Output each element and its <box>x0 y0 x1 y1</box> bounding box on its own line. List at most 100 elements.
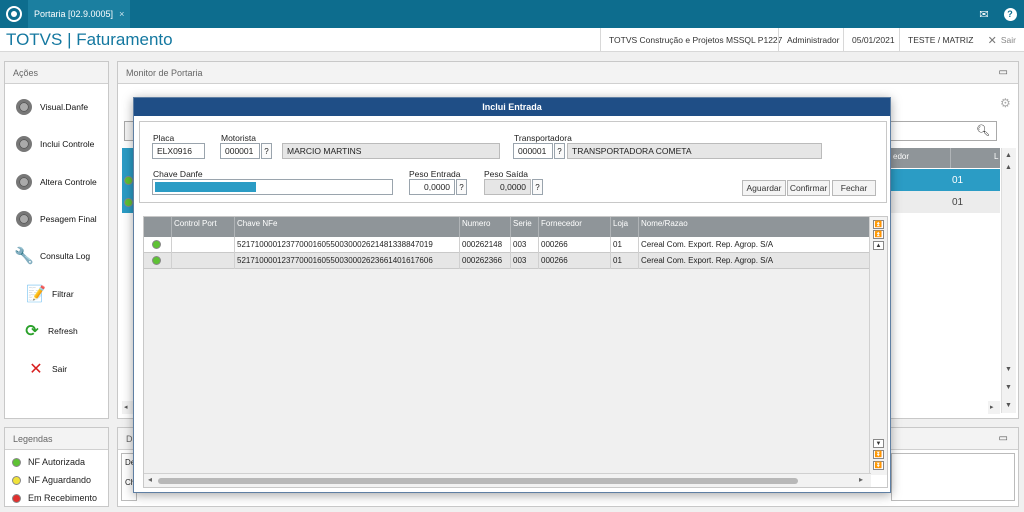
scroll-thumb[interactable] <box>158 478 798 484</box>
chave-danfe-fill <box>155 182 257 192</box>
chave-danfe-input[interactable] <box>152 179 393 195</box>
col-loja[interactable]: Loja <box>611 217 639 237</box>
scroll-page-up-icon[interactable]: ⏫ <box>873 230 884 239</box>
cell-chave: 5217100001237700016055003000262366140161… <box>235 253 460 269</box>
scroll-down-icon[interactable]: ▼ <box>873 439 884 448</box>
search-input[interactable]: 🔍︎ <box>890 121 997 141</box>
action-label: Refresh <box>48 326 78 336</box>
scroll-up-icon[interactable]: ▲ <box>873 241 884 250</box>
scroll-bottom-icon[interactable]: ⏬ <box>873 461 884 470</box>
tab-label: Portaria [02.9.0005] <box>34 9 114 19</box>
minimize-icon[interactable]: ▭ <box>999 433 1008 444</box>
top-bar: Portaria [02.9.0005] × ✉ ? <box>0 0 1024 28</box>
bg-row[interactable] <box>891 191 1000 213</box>
motorista-lookup-button[interactable]: ? <box>261 143 272 159</box>
col-chave-nfe[interactable]: Chave NFe <box>235 217 460 237</box>
aguardar-button[interactable]: Aguardar <box>742 180 786 196</box>
actions-header: Ações <box>5 62 108 84</box>
fechar-button[interactable]: Fechar <box>832 180 876 196</box>
visual-danfe-button[interactable]: Visual.Danfe <box>14 92 88 122</box>
table-row[interactable]: 5217100001237700016055003000262366140161… <box>144 253 869 269</box>
filtrar-button[interactable]: 📝 Filtrar <box>26 279 74 309</box>
exit-label: Sair <box>1000 35 1016 45</box>
minimize-icon[interactable]: ▭ <box>999 67 1008 78</box>
action-label: Pesagem Final <box>40 214 97 224</box>
settings-gear-icon[interactable]: ⚙ <box>1000 96 1011 110</box>
details-text-box-right <box>891 453 1015 501</box>
col-fornecedor[interactable]: Fornecedor <box>539 217 611 237</box>
cell-control-port <box>172 237 235 253</box>
legend-item: NF Autorizada <box>12 457 85 467</box>
scroll-left-icon[interactable]: ◂ <box>148 475 152 484</box>
transportadora-name-field: TRANSPORTADORA COMETA <box>567 143 822 159</box>
inclui-controle-button[interactable]: Inclui Controle <box>14 129 94 159</box>
col-nome-razao[interactable]: Nome/Razao <box>639 217 869 237</box>
monitor-title: Monitor de Portaria <box>126 67 203 78</box>
status-cell <box>144 253 172 269</box>
cell-serie: 003 <box>511 237 539 253</box>
transportadora-code-input[interactable]: 000001 <box>513 143 553 159</box>
grid-horizontal-scrollbar[interactable]: ◂ ▸ <box>144 473 871 487</box>
bg-scroll-right[interactable]: ▸ <box>988 401 1000 414</box>
peso-saida-lookup-button[interactable]: ? <box>532 179 543 195</box>
scroll-right-icon[interactable]: ▸ <box>859 475 863 484</box>
col-status <box>144 217 172 237</box>
transportadora-lookup-button[interactable]: ? <box>554 143 565 159</box>
placa-input[interactable]: ELX0916 <box>152 143 205 159</box>
scroll-top-icon[interactable]: ⏫ <box>873 220 884 229</box>
bg-grid-divider <box>950 148 951 168</box>
bg-row-selected[interactable] <box>891 169 1000 191</box>
gear-icon <box>14 97 34 117</box>
cell-numero: 000262366 <box>460 253 511 269</box>
tools-icon: 🔧 <box>14 248 34 265</box>
confirmar-button[interactable]: Confirmar <box>787 180 830 196</box>
consulta-log-button[interactable]: 🔧 Consulta Log <box>14 241 90 271</box>
gear-icon <box>14 172 34 192</box>
motorista-name-field: MARCIO MARTINS <box>282 143 500 159</box>
legend-item: NF Aguardando <box>12 475 91 485</box>
red-status-icon <box>12 493 21 503</box>
col-numero[interactable]: Numero <box>460 217 511 237</box>
sair-button[interactable]: ✕ Sair <box>26 354 67 384</box>
branch-info: TESTE / MATRIZ <box>899 28 981 52</box>
question-icon[interactable]: ? <box>1002 6 1018 22</box>
monitor-header: Monitor de Portaria ▭ <box>118 62 1018 84</box>
inclui-entrada-dialog: Inclui Entrada Placa ELX0916 Motorista 0… <box>133 97 891 493</box>
action-label: Visual.Danfe <box>40 102 89 112</box>
cell-control-port <box>172 253 235 269</box>
bg-col-loja: L <box>994 152 999 161</box>
cell-fornecedor: 000266 <box>539 253 611 269</box>
bg-col-fornecedor: edor <box>893 152 910 161</box>
green-status-icon <box>152 240 161 249</box>
altera-controle-button[interactable]: Altera Controle <box>14 167 97 197</box>
page-title: TOTVS | Faturamento <box>6 30 173 49</box>
green-status-icon <box>12 457 21 467</box>
gear-icon <box>14 134 34 154</box>
tab-portaria[interactable]: Portaria [02.9.0005] × <box>28 0 131 28</box>
cell-nome: Cereal Com. Export. Rep. Agrop. S/A <box>641 240 774 249</box>
cell-serie: 003 <box>511 253 539 269</box>
bg-vertical-scrollbar[interactable]: ▲ ▲ ▼ ▼ ▼ <box>1001 148 1016 413</box>
scroll-page-down-icon[interactable]: ⏬ <box>873 450 884 459</box>
date-info: 05/01/2021 <box>843 28 903 52</box>
motorista-code-input[interactable]: 000001 <box>220 143 260 159</box>
legend-label: Em Recebimento <box>28 493 98 503</box>
refresh-icon: ⟳ <box>25 323 39 340</box>
peso-entrada-input[interactable]: 0,0000 <box>409 179 455 195</box>
close-icon: ✕ <box>29 361 43 378</box>
nfe-grid: Control Port Chave NFe Numero Serie Forn… <box>143 216 888 488</box>
col-control-port[interactable]: Control Port <box>172 217 235 237</box>
dialog-title: Inclui Entrada <box>134 98 890 116</box>
legend-item: Em Recebimento <box>12 493 97 503</box>
envelope-icon[interactable]: ✉ <box>976 6 992 22</box>
table-row[interactable]: 5217100001237700016055003000262148133884… <box>144 237 869 253</box>
tab-close-icon[interactable]: × <box>119 9 124 19</box>
grid-vertical-scrollbar[interactable]: ⏫ ⏫ ▲ ▼ ⏬ ⏬ <box>869 217 887 475</box>
exit-button[interactable]: ✕ Sair <box>988 28 1016 52</box>
peso-entrada-lookup-button[interactable]: ? <box>456 179 467 195</box>
pesagem-final-button[interactable]: Pesagem Final <box>14 204 97 234</box>
col-serie[interactable]: Serie <box>511 217 539 237</box>
refresh-button[interactable]: ⟳ Refresh <box>22 316 78 346</box>
cell-loja: 01 <box>611 237 639 253</box>
peso-saida-label: Peso Saída <box>484 169 528 179</box>
